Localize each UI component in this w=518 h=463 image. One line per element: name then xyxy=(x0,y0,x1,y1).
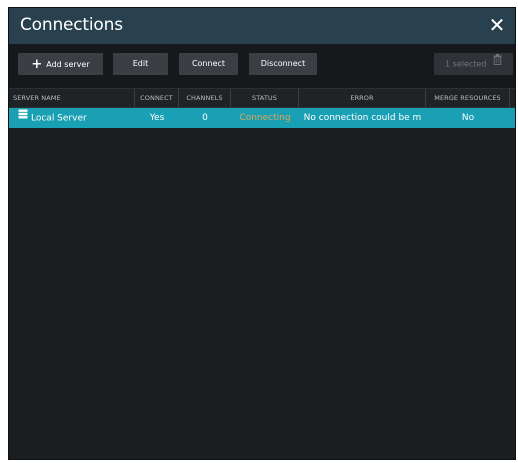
header-merge-resources[interactable]: MERGE RESOURCES xyxy=(426,89,510,107)
dialog-title: Connections xyxy=(20,15,123,35)
header-connect[interactable]: CONNECT xyxy=(135,89,179,107)
header-error[interactable]: ERROR xyxy=(299,89,426,107)
server-name-text: Local Server xyxy=(31,113,87,124)
add-server-label: Add server xyxy=(46,60,90,69)
header-server-name[interactable]: SERVER NAME xyxy=(9,89,135,107)
title-bar: Connections ✕ xyxy=(9,8,515,44)
cell-connect: Yes xyxy=(149,113,165,123)
cell-status: Connecting xyxy=(239,113,291,123)
connect-button[interactable]: Connect xyxy=(179,53,238,75)
server-icon xyxy=(18,108,28,127)
delete-selected-button[interactable]: 1 selected xyxy=(434,53,513,75)
table-header: SERVER NAME CONNECT CHANNELS STATUS ERRO… xyxy=(9,88,515,108)
cell-merge-resources: No xyxy=(461,113,475,123)
cell-server-name: Local Server xyxy=(18,108,135,128)
header-channels[interactable]: CHANNELS xyxy=(179,89,231,107)
close-icon[interactable]: ✕ xyxy=(486,13,508,37)
selected-count-label: 1 selected xyxy=(445,59,487,69)
plus-icon: + xyxy=(31,57,43,72)
disconnect-button[interactable]: Disconnect xyxy=(249,53,317,75)
edit-button[interactable]: Edit xyxy=(113,53,168,75)
header-status[interactable]: STATUS xyxy=(231,89,299,107)
connections-dialog: Connections ✕ + Add server Edit Connect D… xyxy=(8,7,516,460)
add-server-button[interactable]: + Add server xyxy=(18,53,103,75)
table-row[interactable]: Local Server Yes 0 Connecting No connect… xyxy=(9,108,515,128)
cell-error: No connection could be m xyxy=(303,113,422,123)
trash-icon xyxy=(493,52,502,74)
toolbar: + Add server Edit Connect Disconnect 1 se… xyxy=(9,44,515,88)
cell-channels: 0 xyxy=(202,113,208,123)
